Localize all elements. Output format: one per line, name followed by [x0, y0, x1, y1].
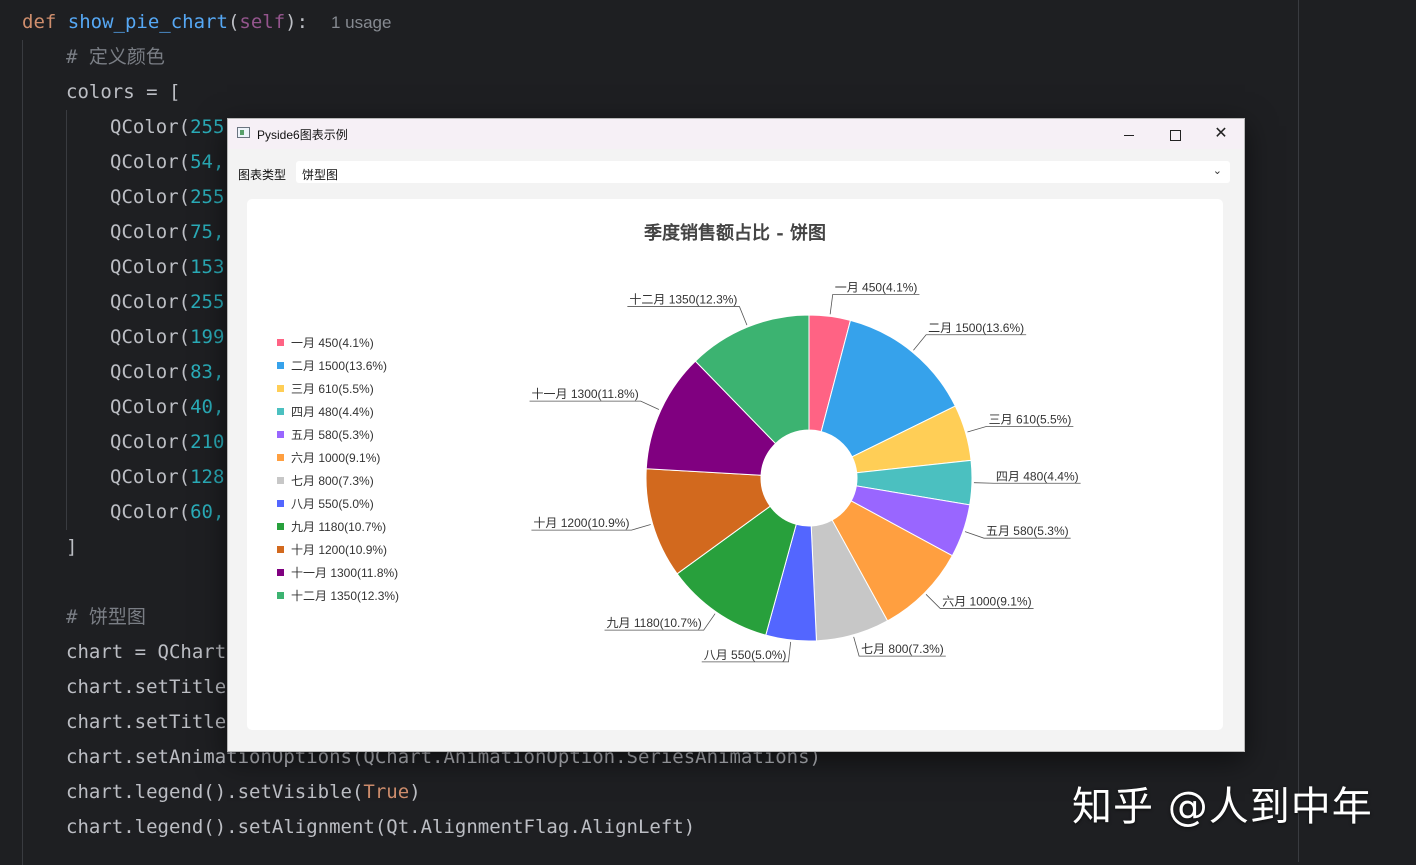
- code-line-bracket[interactable]: ]: [66, 530, 77, 565]
- right-margin-guide: [1298, 0, 1299, 862]
- maximize-icon: [1169, 129, 1181, 141]
- code-line-legend-visible[interactable]: chart.legend().setVisible(True): [66, 775, 421, 810]
- code-line-settitle[interactable]: chart.setTitle(: [66, 670, 238, 705]
- qcolor-call: QColor(: [110, 291, 191, 313]
- leader-line: [529, 400, 660, 410]
- app-icon: [237, 127, 250, 138]
- chart-type-select[interactable]: 饼型图 ⌄: [296, 161, 1230, 183]
- pie-chart: 一月 450(4.1%) 二月 1500(13.6%) 三月 610(5.5%) 四月…: [529, 281, 1081, 663]
- chart-type-toolbar: 图表类型 饼型图 ⌄: [228, 161, 1244, 185]
- code-line-qcolor[interactable]: QColor(255,: [110, 180, 236, 215]
- code-line-qcolor[interactable]: QColor(75,: [110, 215, 224, 250]
- slice-label: 八月 550(5.0%): [704, 648, 787, 662]
- code-line-qcolor[interactable]: QColor(60,: [110, 495, 224, 530]
- leader-line: [967, 425, 1074, 433]
- indent-guide: [66, 110, 67, 530]
- slice-label: 二月 1500(13.6%): [928, 321, 1024, 335]
- leader-line: [829, 294, 920, 315]
- code-line-qcolor[interactable]: QColor(153,: [110, 250, 236, 285]
- watermark: 知乎 @人到中年: [1072, 784, 1373, 830]
- function-name: show_pie_chart: [67, 11, 228, 33]
- qcolor-call: QColor(: [110, 116, 191, 138]
- slice-label: 三月 610(5.5%): [989, 412, 1072, 426]
- paren-open: (: [227, 11, 240, 33]
- slice-label: 十月 1200(10.9%): [533, 516, 629, 530]
- code-line-qcolor[interactable]: QColor(40,: [110, 390, 224, 425]
- code-line-def[interactable]: def show_pie_chart(self): 1 usage: [22, 5, 391, 40]
- code-line-settitlefont[interactable]: chart.setTitleF: [66, 705, 238, 740]
- qcolor-call: QColor(: [110, 186, 191, 208]
- app-window: Pyside6图表示例 ✕ 图表类型 饼型图 ⌄ 季度销售额占比 - 饼图 一月…: [227, 118, 1245, 752]
- code-text: chart.legend().setVisible(: [66, 781, 364, 803]
- slice-label: 一月 450(4.1%): [835, 281, 918, 295]
- color-number: 83,: [190, 361, 225, 383]
- true-keyword: True: [363, 781, 410, 803]
- code-line-qcolor[interactable]: QColor(128,: [110, 460, 236, 495]
- color-number: 60,: [190, 501, 225, 523]
- code-line-qcolor[interactable]: QColor(255,: [110, 110, 236, 145]
- paren-close: ):: [285, 11, 309, 33]
- code-line-comment[interactable]: # 定义颜色: [66, 40, 165, 75]
- color-number: 54,: [190, 151, 225, 173]
- qcolor-call: QColor(: [110, 256, 191, 278]
- qcolor-call: QColor(: [110, 501, 191, 523]
- chart-type-label: 图表类型: [238, 168, 287, 182]
- qcolor-call: QColor(: [110, 326, 191, 348]
- leader-line: [627, 306, 748, 326]
- code-line-colors[interactable]: colors = [: [66, 75, 180, 110]
- code-line-qcolor[interactable]: QColor(255,: [110, 285, 236, 320]
- color-number: 75,: [190, 221, 225, 243]
- code-line-legend-align[interactable]: chart.legend().setAlignment(Qt.Alignment…: [66, 810, 695, 845]
- def-keyword: def: [22, 11, 57, 33]
- minimize-icon: [1124, 134, 1134, 136]
- usage-hint[interactable]: 1 usage: [331, 13, 392, 32]
- close-icon: ✕: [1214, 125, 1228, 142]
- chart-view: 季度销售额占比 - 饼图 一月 450(4.1%) 二月 1500(13.6%) 三…: [247, 199, 1223, 730]
- code-line-qchart[interactable]: chart = QChart(: [66, 635, 238, 670]
- leader-line: [913, 334, 1027, 351]
- minimize-button[interactable]: [1106, 119, 1152, 149]
- code-line-qcolor[interactable]: QColor(83,: [110, 355, 224, 390]
- code-line-qcolor[interactable]: QColor(199,: [110, 320, 236, 355]
- slice-label: 十二月 1350(12.3%): [629, 293, 737, 307]
- qcolor-call: QColor(: [110, 396, 191, 418]
- close-button[interactable]: ✕: [1198, 119, 1244, 149]
- maximize-button[interactable]: [1152, 119, 1198, 149]
- code-text: ): [409, 781, 421, 803]
- slice-label: 十一月 1300(11.8%): [532, 387, 639, 401]
- chevron-down-icon: ⌄: [1212, 165, 1222, 177]
- indent-guide: [22, 40, 23, 865]
- qcolor-call: QColor(: [110, 221, 191, 243]
- slice-label: 七月 800(7.3%): [861, 642, 944, 656]
- title-bar[interactable]: Pyside6图表示例 ✕: [228, 119, 1244, 149]
- self-param: self: [239, 11, 286, 33]
- chart-type-value: 饼型图: [302, 168, 339, 182]
- slice-label: 六月 1000(9.1%): [942, 594, 1031, 608]
- slice-label: 四月 480(4.4%): [996, 469, 1079, 483]
- qcolor-call: QColor(: [110, 466, 191, 488]
- code-line-qcolor[interactable]: QColor(210,: [110, 425, 236, 460]
- window-title: Pyside6图表示例: [257, 128, 348, 142]
- qcolor-call: QColor(: [110, 431, 191, 453]
- qcolor-call: QColor(: [110, 151, 191, 173]
- slice-label: 九月 1180(10.7%): [607, 616, 702, 630]
- code-line-qcolor[interactable]: QColor(54,: [110, 145, 224, 180]
- slice-label: 五月 580(5.3%): [986, 524, 1069, 538]
- qcolor-call: QColor(: [110, 361, 191, 383]
- code-line-comment-pie[interactable]: # 饼型图: [66, 600, 146, 635]
- color-number: 40,: [190, 396, 225, 418]
